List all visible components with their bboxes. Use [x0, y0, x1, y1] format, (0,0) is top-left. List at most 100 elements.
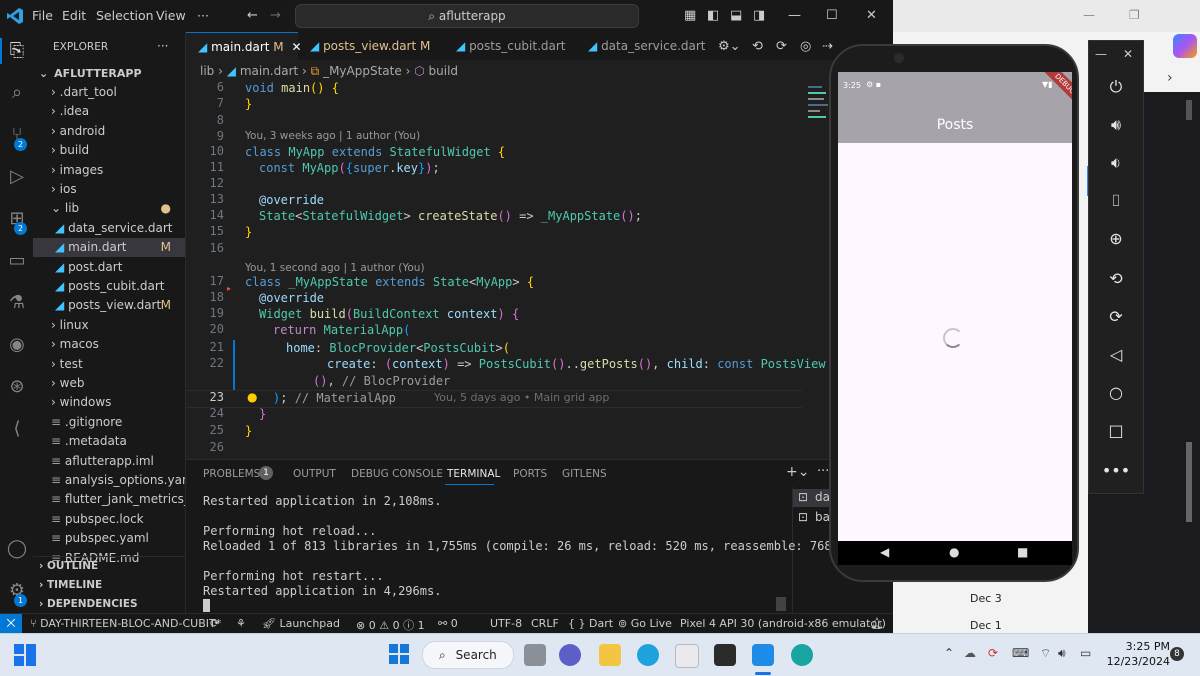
search-icon[interactable]: ⌕	[6, 82, 28, 104]
edge-icon[interactable]	[637, 644, 659, 666]
explorer-item[interactable]: ◢ posts_cubit.dart	[33, 277, 185, 296]
home-icon[interactable]: ○	[1089, 383, 1143, 402]
explorer-item[interactable]: › windows	[33, 393, 185, 412]
back-arrow-icon[interactable]: ←	[247, 8, 258, 23]
teams-icon[interactable]	[559, 644, 581, 666]
terminal-app-icon[interactable]	[714, 644, 736, 666]
tab-posts-view-dart[interactable]: ◢ posts_view.dart M	[298, 32, 433, 60]
panel-tab-debug-console[interactable]: DEBUG CONSOLE	[351, 468, 443, 480]
explorer-item[interactable]: ◢ post.dart	[33, 258, 185, 277]
tab-data-service-dart[interactable]: ◢ data_service.dart	[576, 32, 706, 60]
power-icon[interactable]: ⏻	[1089, 77, 1143, 97]
panel-more-icon[interactable]: ···	[817, 464, 829, 479]
tray-chevron-up-icon[interactable]: ⌃	[944, 646, 954, 660]
volume-down-icon[interactable]: 🔉︎	[1089, 153, 1143, 173]
section-timeline[interactable]: › TIMELINE	[33, 576, 185, 595]
command-center-search[interactable]: ⌕ aflutterapp	[295, 4, 639, 28]
menu-selection[interactable]: Selection	[96, 8, 154, 23]
explorer-item[interactable]: › .idea	[33, 102, 185, 121]
more-options-icon[interactable]: •••	[1089, 461, 1143, 480]
eol-status[interactable]: CRLF	[531, 617, 559, 630]
explorer-item[interactable]: ≡ analysis_options.yaml	[33, 471, 185, 490]
explorer-item[interactable]: ≡ pubspec.yaml	[33, 529, 185, 548]
terminal-item-1[interactable]: da	[815, 490, 830, 504]
menu-view[interactable]: View	[156, 8, 186, 23]
task-view-icon[interactable]	[524, 644, 546, 666]
sync-icon[interactable]: ⟳	[210, 617, 219, 630]
explorer-item[interactable]: ≡ aflutterapp.iml	[33, 452, 185, 471]
panel-tab-output[interactable]: OUTPUT	[293, 468, 336, 480]
terminal-scrollbar[interactable]	[776, 597, 786, 611]
emulator-close-icon[interactable]: ✕	[1123, 47, 1133, 61]
explorer-icon[interactable]: ⎘	[6, 40, 28, 62]
flutter-app-icon[interactable]	[791, 644, 813, 666]
branch-status[interactable]: ⑂ DAY-THIRTEEN-BLOC-AND-CUBIT*	[30, 617, 221, 630]
volume-icon[interactable]: 🔊︎	[1058, 646, 1066, 661]
terminal-item-2[interactable]: ba	[815, 510, 830, 524]
flutter-devtools-icon[interactable]: ⊛	[6, 376, 28, 398]
run-debug-icon[interactable]: ▷	[6, 166, 28, 188]
step-over-icon[interactable]: ⇢	[822, 39, 833, 54]
explorer-item[interactable]: ≡ .gitignore	[33, 413, 185, 432]
explorer-item[interactable]: ◢ main.dart M	[33, 238, 185, 258]
toggle-panel-icon[interactable]: ⬓	[730, 8, 742, 23]
store-icon[interactable]	[675, 644, 699, 668]
sync-error-icon[interactable]: ⟳	[988, 646, 998, 660]
language-status[interactable]: { } Dart	[568, 617, 613, 630]
gitlens-status-icon[interactable]: ⚘	[236, 617, 246, 630]
panel-tab-ports[interactable]: PORTS	[513, 468, 547, 480]
panel-tab-terminal[interactable]: TERMINAL	[447, 468, 500, 480]
explorer-item[interactable]: ⌄ lib ●	[33, 199, 185, 218]
device-status[interactable]: Pixel 4 API 30 (android-x86 emulator)	[680, 617, 886, 630]
section-outline[interactable]: › OUTLINE	[33, 557, 185, 576]
gitlens-icon[interactable]: ◉	[6, 334, 28, 356]
volume-up-icon[interactable]: 🔊︎	[1089, 115, 1143, 135]
flutter-icon[interactable]: ⟨	[6, 418, 28, 440]
explorer-item[interactable]: ≡ .metadata	[33, 432, 185, 451]
start-button-icon[interactable]	[389, 644, 409, 664]
panel-tab-problems[interactable]: PROBLEMS	[203, 468, 260, 480]
rotate-right-icon[interactable]: ⟳	[1089, 307, 1143, 326]
vscode-taskbar-icon[interactable]	[752, 644, 774, 666]
debug-step-icon[interactable]: ◎	[800, 39, 811, 54]
explorer-more-button[interactable]: ···	[157, 39, 168, 53]
remote-indicator-icon[interactable]: ⨉	[0, 614, 22, 634]
codelens-myappstate[interactable]: You, 1 second ago | 1 author (You)	[245, 262, 425, 274]
minimize-icon[interactable]: —	[788, 8, 801, 23]
toggle-secondary-sidebar-icon[interactable]: ◨	[753, 8, 765, 23]
remote-explorer-icon[interactable]: ▭	[6, 250, 28, 272]
keyboard-icon[interactable]: ⌨	[1012, 646, 1029, 660]
codelens-myapp[interactable]: You, 3 weeks ago | 1 author (You)	[245, 130, 420, 142]
explorer-item[interactable]: › build	[33, 141, 185, 160]
explorer-item[interactable]: › images	[33, 161, 185, 180]
widgets-icon[interactable]	[14, 644, 36, 666]
window-minimize-icon[interactable]: —	[1083, 8, 1095, 22]
rotate-left-icon[interactable]: ⟲	[1089, 269, 1143, 288]
explorer-item[interactable]: › web	[33, 374, 185, 393]
copilot-icon[interactable]	[1173, 34, 1197, 58]
nav-recents-icon[interactable]: ■	[1017, 545, 1028, 559]
nav-home-icon[interactable]: ●	[949, 545, 959, 559]
testing-icon[interactable]: ⚗	[6, 292, 28, 314]
run-dropdown-icon[interactable]: ⚙⌄	[718, 39, 741, 54]
encoding-status[interactable]: UTF-8	[490, 617, 522, 630]
menu-more[interactable]: ···	[197, 8, 209, 23]
notifications-bell-icon[interactable]: 🔔︎	[870, 617, 884, 630]
problems-status[interactable]: ⊗ 0 ⚠ 0 ⓘ 1	[356, 617, 425, 633]
battery-icon[interactable]: ▭	[1080, 646, 1091, 660]
close-icon[interactable]: ✕	[866, 8, 877, 23]
explorer-item[interactable]: ◢ data_service.dart	[33, 219, 185, 238]
clock-time[interactable]: 3:25 PM	[1110, 640, 1170, 653]
explorer-item[interactable]: › linux	[33, 316, 185, 335]
clock-date[interactable]: 12/23/2024	[1105, 655, 1170, 668]
explorer-item[interactable]: ≡ pubspec.lock	[33, 510, 185, 529]
emulator-screen[interactable]: 3:25 ⚙ ▪ ▼▮ DEBUG Posts	[838, 72, 1072, 541]
overview-icon[interactable]: □	[1089, 421, 1143, 440]
explorer-item[interactable]: › ios	[33, 180, 185, 199]
section-dependencies[interactable]: › DEPENDENCIES	[33, 595, 185, 613]
wifi-icon[interactable]: ⌔	[1040, 646, 1051, 661]
maximize-icon[interactable]: ☐	[826, 8, 838, 23]
explorer-item[interactable]: › test	[33, 355, 185, 374]
restart-icon[interactable]: ⟳	[776, 39, 787, 54]
file-explorer-icon[interactable]	[599, 644, 621, 666]
